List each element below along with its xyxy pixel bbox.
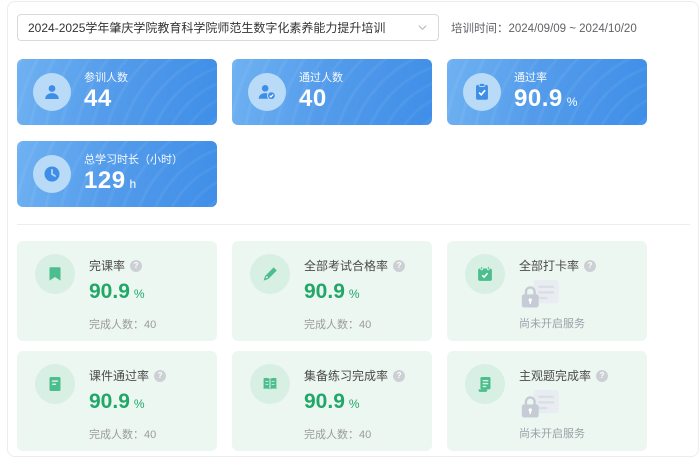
- metric-sub: 完成人数：40: [89, 316, 156, 332]
- help-icon[interactable]: ?: [130, 260, 142, 272]
- clipboard-check-icon: [463, 73, 501, 111]
- metric-card-checkin-rate: 全部打卡率 ? 尚未开启服务: [447, 241, 647, 341]
- metric-title: 课件通过率: [89, 367, 149, 384]
- metric-cards: 完课率 ? 90.9% 完成人数：40 全部考试合格率 ? 90.9% 完成人数…: [17, 241, 698, 451]
- metric-value: 90.9%: [304, 280, 405, 306]
- summary-card-value: 40: [299, 86, 343, 115]
- summary-card-participants: 参训人数 44: [17, 59, 217, 125]
- metric-title: 全部考试合格率: [304, 257, 388, 274]
- training-period-label: 培训时间：: [451, 23, 509, 35]
- metric-card-courseware-pass: 课件通过率 ? 90.9% 完成人数：40: [17, 351, 217, 451]
- metric-title: 完课率: [89, 257, 125, 274]
- help-icon[interactable]: ?: [584, 260, 596, 272]
- metric-title: 集备练习完成率: [304, 367, 388, 384]
- courseware-icon: [35, 364, 75, 404]
- metric-card-practice-completion: 集备练习完成率 ? 90.9% 完成人数：40: [232, 351, 432, 451]
- metric-card-course-completion: 完课率 ? 90.9% 完成人数：40: [17, 241, 217, 341]
- calendar-check-icon: [465, 254, 505, 294]
- pen-icon: [250, 254, 290, 294]
- help-icon[interactable]: ?: [393, 260, 405, 272]
- lock-icon: [519, 389, 608, 419]
- help-icon[interactable]: ?: [596, 370, 608, 382]
- summary-card-label: 通过人数: [299, 69, 343, 85]
- summary-cards: 参训人数 44 通过人数 40 通过率 90.9%: [17, 59, 698, 207]
- section-divider: [17, 224, 690, 225]
- metric-card-subjective-completion: 主观题完成率 ? 尚未开启服务: [447, 351, 647, 451]
- locked-text: 尚未开启服务: [519, 315, 596, 331]
- scroll-icon: [465, 364, 505, 404]
- summary-card-value: 129h: [84, 168, 183, 197]
- training-period: 培训时间：2024/09/09 ~ 2024/10/20: [451, 20, 637, 36]
- summary-card-label: 参训人数: [84, 69, 128, 85]
- open-book-icon: [250, 364, 290, 404]
- metric-sub: 完成人数：40: [89, 426, 166, 442]
- course-select-value: 2024-2025学年肇庆学院教育科学院师范生数字化素养能力提升培训: [28, 19, 411, 36]
- help-icon[interactable]: ?: [393, 370, 405, 382]
- lock-icon: [519, 279, 596, 309]
- summary-card-value: 44: [84, 86, 128, 115]
- metric-title: 全部打卡率: [519, 257, 579, 274]
- dashboard-panel: 2024-2025学年肇庆学院教育科学院师范生数字化素养能力提升培训 培训时间：…: [7, 1, 699, 457]
- training-period-value: 2024/09/09 ~ 2024/10/20: [509, 23, 637, 35]
- summary-card-total-hours: 总学习时长（小时） 129h: [17, 141, 217, 207]
- course-select[interactable]: 2024-2025学年肇庆学院教育科学院师范生数字化素养能力提升培训: [17, 14, 439, 41]
- bookmark-icon: [35, 254, 75, 294]
- locked-text: 尚未开启服务: [519, 425, 608, 441]
- summary-card-passed: 通过人数 40: [232, 59, 432, 125]
- metric-value: 90.9%: [304, 390, 405, 416]
- metric-value: 90.9%: [89, 280, 156, 306]
- header: 2024-2025学年肇庆学院教育科学院师范生数字化素养能力提升培训 培训时间：…: [17, 14, 698, 41]
- chevron-down-icon: [417, 22, 428, 33]
- summary-card-label: 总学习时长（小时）: [84, 151, 183, 167]
- metric-card-exam-pass: 全部考试合格率 ? 90.9% 完成人数：40: [232, 241, 432, 341]
- summary-card-pass-rate: 通过率 90.9%: [447, 59, 647, 125]
- summary-card-label: 通过率: [514, 69, 578, 85]
- metric-title: 主观题完成率: [519, 367, 591, 384]
- help-icon[interactable]: ?: [154, 370, 166, 382]
- user-check-icon: [248, 73, 286, 111]
- clock-icon: [33, 155, 71, 193]
- metric-sub: 完成人数：40: [304, 426, 405, 442]
- user-icon: [33, 73, 71, 111]
- metric-value: 90.9%: [89, 390, 166, 416]
- metric-sub: 完成人数：40: [304, 316, 405, 332]
- summary-card-value: 90.9%: [514, 86, 578, 115]
